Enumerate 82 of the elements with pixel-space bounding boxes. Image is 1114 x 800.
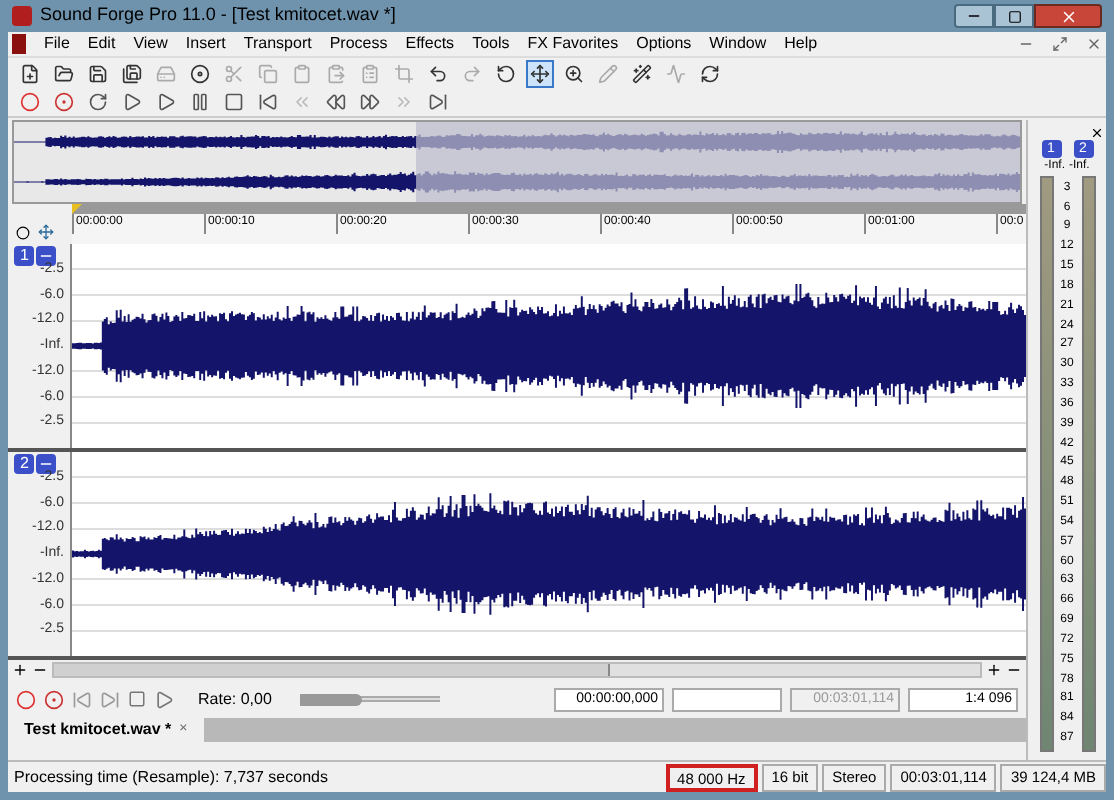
go-to-end-icon [428,92,448,112]
wand-icon [632,63,652,83]
go-to-start-icon [258,92,278,112]
document-icon [12,34,26,54]
disc-icon [190,63,210,83]
menu-item[interactable]: Insert [185,32,226,56]
window-title: Sound Forge Pro 11.0 - [Test kmitocet.wav *] [40,2,398,29]
toolbar-button[interactable] [186,59,214,87]
record-icon [20,92,40,112]
maximize-button[interactable] [994,4,1034,28]
zoom-icon [564,63,584,83]
paste-icon [326,63,346,83]
record-target-icon[interactable] [44,689,64,709]
stop-icon[interactable] [128,690,146,708]
menu-item[interactable]: Tools [472,32,510,56]
cut-icon [224,63,244,83]
minimize-button[interactable] [954,4,994,28]
transport-button[interactable] [356,88,384,116]
menu-item[interactable]: Help [784,32,818,56]
zoom-in-icon[interactable] [12,662,28,678]
rate-slider[interactable] [299,696,440,702]
crop-icon [394,63,414,83]
redo-icon [462,63,482,83]
horizontal-scrollbar[interactable] [52,662,982,678]
collapse-button[interactable] [36,246,57,266]
snap-icon[interactable] [38,224,54,240]
transport-button[interactable] [220,88,248,116]
transport-button[interactable] [84,88,112,116]
close-icon[interactable] [1090,126,1104,140]
maximize-icon [1007,9,1021,23]
previous-icon [292,92,312,112]
pencil-icon [598,63,618,83]
toolbar-button[interactable] [526,59,554,87]
crosshair-arrows-icon [530,63,550,83]
copy-icon [258,63,278,83]
folder-icon [54,63,74,83]
restore-icon[interactable] [1052,36,1068,52]
time-field[interactable] [672,687,782,711]
close-icon [1059,7,1077,25]
transport-button[interactable] [322,88,350,116]
undo-icon [428,63,448,83]
collapse-button[interactable] [36,454,57,474]
save-all-icon [122,63,142,83]
refresh-icon [700,63,720,83]
menu-item[interactable]: Options [636,32,692,56]
toolbar-button[interactable] [628,59,656,87]
menu-item[interactable]: Edit [87,32,116,56]
menu-item[interactable]: Window [709,32,767,56]
play-all-icon [122,92,142,112]
loop-icon [88,92,108,112]
close-button[interactable] [1034,4,1102,28]
record-target-icon [54,92,74,112]
rewind-icon [326,92,346,112]
next-icon [394,92,414,112]
channel-number-badge[interactable]: 1 [14,246,35,266]
menu-item[interactable]: Transport [243,32,312,56]
channel-number-badge[interactable]: 2 [14,454,35,474]
clipboard-list-icon [360,63,380,83]
app-icon [12,6,32,26]
transport-button[interactable] [50,88,78,116]
menu-item[interactable]: FX Favorites [527,32,619,56]
pause-icon [190,92,210,112]
menu-item[interactable]: Process [329,32,388,56]
record-icon[interactable] [16,689,36,709]
forward-icon [360,92,380,112]
go-to-start-icon[interactable] [72,689,92,709]
undo-history-icon [496,63,516,83]
play-icon[interactable] [154,689,174,709]
rate-label: Rate: 0,00 [198,687,272,711]
transport-button[interactable] [16,88,44,116]
play-icon [156,92,176,112]
toolbar-button[interactable] [118,59,146,87]
clipboard-icon [292,63,312,83]
new-file-icon [20,63,40,83]
save-icon [88,63,108,83]
overview-panel[interactable] [12,120,1022,204]
menu-item[interactable]: View [133,32,168,56]
menu-item[interactable]: Effects [405,32,455,56]
status-message: Processing time (Resample): 7,737 seconds [12,765,330,789]
zoom-in-icon[interactable] [986,662,1002,678]
menu-item[interactable]: File [44,32,70,56]
stop-icon [224,92,244,112]
